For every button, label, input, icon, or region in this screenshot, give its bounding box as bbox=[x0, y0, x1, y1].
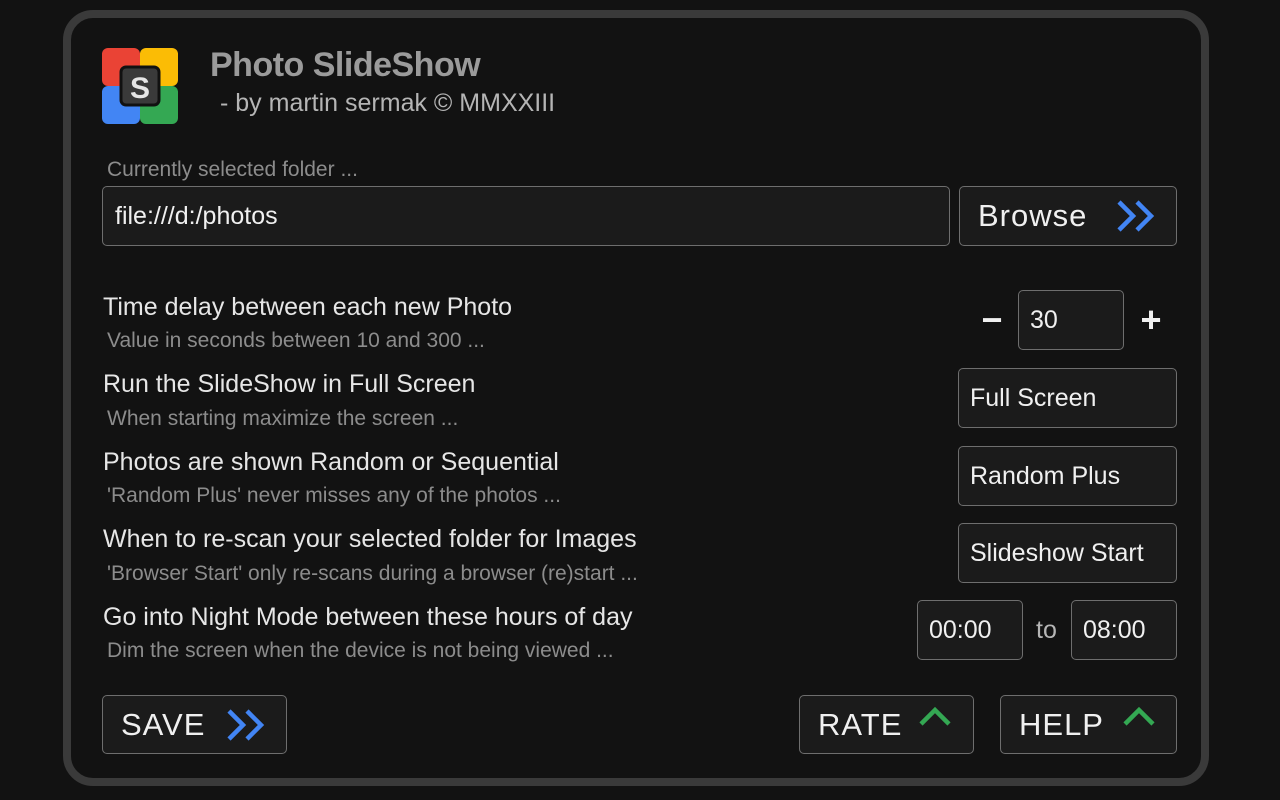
order-toggle[interactable]: Random Plus bbox=[958, 446, 1177, 506]
rescan-title: When to re-scan your selected folder for… bbox=[103, 525, 637, 553]
app-logo-icon: S bbox=[102, 48, 178, 124]
delay-seconds-input[interactable] bbox=[1018, 290, 1124, 350]
double-chevron-right-icon bbox=[227, 709, 265, 741]
night-to-label: to bbox=[1036, 616, 1057, 644]
logo-letter: S bbox=[130, 72, 150, 105]
app-subtitle: - by martin sermak © MMXXIII bbox=[220, 89, 556, 117]
help-button[interactable]: HELP bbox=[1000, 695, 1177, 754]
browse-button[interactable]: Browse bbox=[959, 186, 1177, 246]
fullscreen-toggle[interactable]: Full Screen bbox=[958, 368, 1177, 428]
chevron-up-icon bbox=[1123, 706, 1155, 726]
delay-decrement-button[interactable]: − bbox=[977, 302, 1007, 338]
help-label: HELP bbox=[1019, 706, 1104, 742]
night-title: Go into Night Mode between these hours o… bbox=[103, 603, 633, 631]
folder-path-input[interactable] bbox=[102, 186, 950, 246]
fullscreen-title: Run the SlideShow in Full Screen bbox=[103, 370, 476, 398]
night-to-input[interactable] bbox=[1071, 600, 1177, 660]
folder-label: Currently selected folder ... bbox=[107, 158, 358, 181]
app-title: Photo SlideShow bbox=[210, 46, 481, 84]
order-subtitle: 'Random Plus' never misses any of the ph… bbox=[107, 484, 561, 507]
chevron-up-icon bbox=[919, 706, 951, 726]
night-subtitle: Dim the screen when the device is not be… bbox=[107, 639, 614, 662]
fullscreen-subtitle: When starting maximize the screen ... bbox=[107, 407, 459, 430]
rate-button[interactable]: RATE bbox=[799, 695, 974, 754]
rescan-toggle[interactable]: Slideshow Start bbox=[958, 523, 1177, 583]
delay-subtitle: Value in seconds between 10 and 300 ... bbox=[107, 329, 485, 352]
rate-label: RATE bbox=[818, 706, 903, 742]
night-from-input[interactable] bbox=[917, 600, 1023, 660]
rescan-subtitle: 'Browser Start' only re-scans during a b… bbox=[107, 562, 638, 585]
save-button[interactable]: SAVE bbox=[102, 695, 287, 754]
delay-title: Time delay between each new Photo bbox=[103, 293, 513, 321]
save-label: SAVE bbox=[121, 706, 206, 742]
order-title: Photos are shown Random or Sequential bbox=[103, 448, 559, 476]
delay-increment-button[interactable]: + bbox=[1136, 302, 1166, 338]
double-chevron-right-icon bbox=[1117, 200, 1155, 232]
browse-label: Browse bbox=[978, 198, 1088, 233]
